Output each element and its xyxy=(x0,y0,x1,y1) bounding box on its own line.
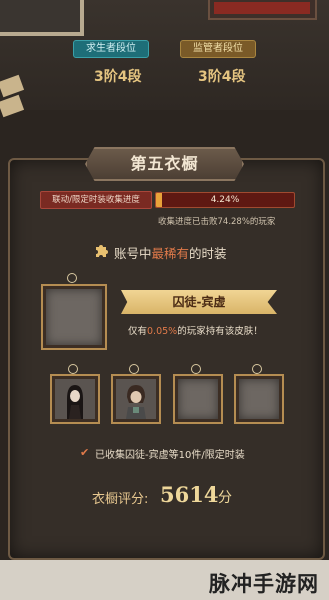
wardrobe-title: 第五衣橱 xyxy=(85,147,244,181)
top-right-badge xyxy=(208,0,317,20)
character-portrait-icon xyxy=(116,379,156,419)
hook-ring xyxy=(67,273,77,283)
score-label: 衣橱评分: xyxy=(92,492,149,507)
puzzle-icon xyxy=(96,245,108,257)
progress-label: 联动/限定时装收集进度 xyxy=(40,191,152,209)
character-portrait-icon xyxy=(55,379,95,419)
hunter-rank-label: 监管者段位 xyxy=(180,40,256,58)
rarest-skin-frame[interactable] xyxy=(43,286,105,348)
rarest-title: 账号中最稀有的时装 xyxy=(114,243,227,262)
progress-text: 4.24% xyxy=(210,195,240,205)
rarest-title-suffix: 的时装 xyxy=(189,246,227,261)
rarest-title-highlight: 最稀有 xyxy=(151,246,190,261)
progress-note: 收集进度已击败74.28%的玩家 xyxy=(158,217,276,227)
rarest-note-highlight: 0.05% xyxy=(147,326,178,337)
top-panel: 求生者段位 监管者段位 3阶4段 3阶4段 xyxy=(0,0,329,118)
score-value: 5614 xyxy=(160,482,219,507)
hook-ring xyxy=(191,364,201,374)
hook-ring xyxy=(68,364,78,374)
rarest-title-prefix: 账号中 xyxy=(114,246,152,261)
tape-decoration xyxy=(0,74,25,98)
hunter-rank-value: 3阶4段 xyxy=(198,69,246,85)
skin-slot-3-empty[interactable] xyxy=(175,376,221,422)
skin-slot-4-empty[interactable] xyxy=(236,376,282,422)
collection-progress-bar: 4.24% xyxy=(155,192,295,208)
avatar-frame xyxy=(0,0,84,36)
rarest-note-prefix: 仅有 xyxy=(128,326,148,337)
site-watermark: 脉冲手游网 xyxy=(209,572,319,596)
check-icon: ✔ xyxy=(80,446,90,459)
skin-slot-1[interactable] xyxy=(52,376,98,422)
rarest-skin-name: 囚徒-宾虚 xyxy=(121,290,277,314)
hook-ring xyxy=(252,364,262,374)
rarest-note: 仅有0.05%的玩家持有该皮肤！ xyxy=(128,323,263,337)
survivor-rank-value: 3阶4段 xyxy=(94,69,142,85)
collected-note: 已收集囚徒-宾虚等10件/限定时装 xyxy=(95,450,245,461)
hook-ring xyxy=(129,364,139,374)
skin-slot-2[interactable] xyxy=(113,376,159,422)
tape-decoration xyxy=(0,94,25,118)
rarest-note-suffix: 的玩家持有该皮肤！ xyxy=(177,326,263,337)
score-unit: 分 xyxy=(218,490,232,506)
survivor-rank-label: 求生者段位 xyxy=(73,40,149,58)
